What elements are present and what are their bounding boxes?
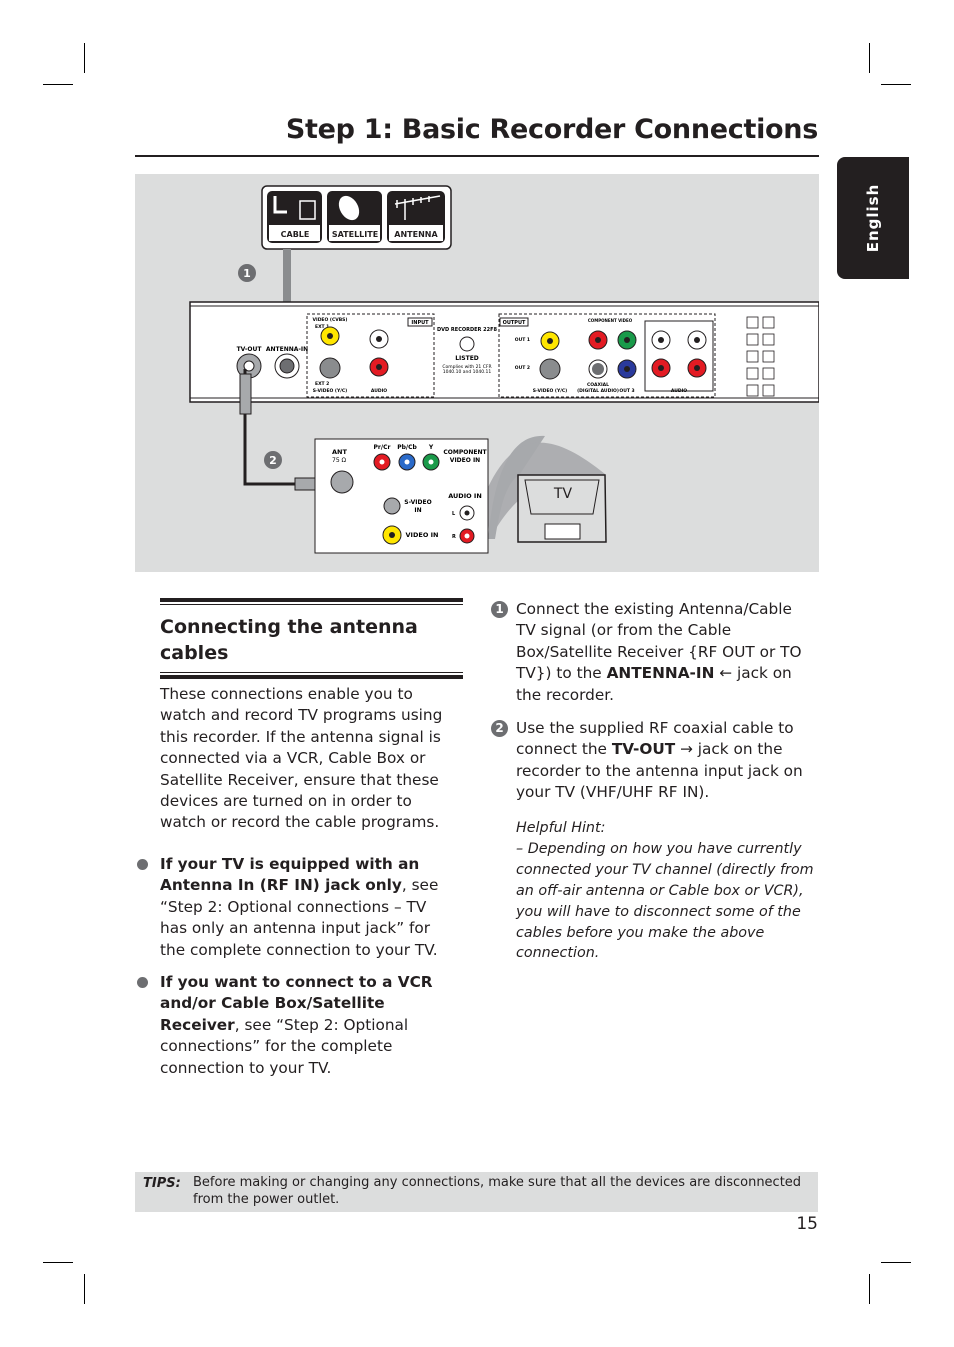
connection-diagram: CABLE SATELLITE ANTENNA 1 TV-OUT ANTENNA… <box>135 174 820 572</box>
language-tab-label: English <box>864 183 882 253</box>
antenna-label: ANTENNA <box>394 230 438 239</box>
svg-text:(DIGITAL AUDIO): (DIGITAL AUDIO) <box>577 388 619 394</box>
model-label: DVD RECORDER 22F8 <box>437 327 497 333</box>
source-icons: CABLE SATELLITE ANTENNA <box>261 185 452 250</box>
svg-text:AUDIO IN: AUDIO IN <box>448 492 482 500</box>
ant-in-jack <box>330 470 354 494</box>
bullet-item: If your TV is equipped with an Antenna I… <box>137 854 457 961</box>
title-rule <box>135 155 819 157</box>
svg-text:EXT 2: EXT 2 <box>315 381 329 387</box>
svg-text:COMPONENT VIDEO: COMPONENT VIDEO <box>588 318 633 323</box>
tv-label: TV <box>553 486 573 502</box>
step-number-icon: 1 <box>491 601 508 618</box>
heading-rule-bottom <box>160 675 463 679</box>
svg-text:S-VIDEO (Y/C): S-VIDEO (Y/C) <box>533 388 567 394</box>
svg-text:Pr/Cr: Pr/Cr <box>374 444 391 451</box>
antenna-in-term: ANTENNA-IN <box>606 664 715 683</box>
bullet-dot-icon <box>137 859 148 870</box>
satellite-source: SATELLITE <box>327 191 382 243</box>
tv-out-label: TV-OUT <box>237 346 263 353</box>
page-number: 15 <box>796 1214 818 1234</box>
svg-text:COAXIAL: COAXIAL <box>587 382 609 388</box>
bullet-dot-icon <box>137 977 148 988</box>
crop-mark <box>881 1262 911 1263</box>
bullet-bold: If your TV is equipped with an Antenna I… <box>160 855 420 895</box>
svg-text:Y: Y <box>428 444 434 451</box>
section-heading-block: Connecting the antenna cables <box>160 598 463 679</box>
svg-text:COMPONENT: COMPONENT <box>443 449 487 456</box>
step-2: 2 Use the supplied RF coaxial cable to c… <box>491 718 816 804</box>
tv-set: TV <box>517 474 607 543</box>
heading-rule-top <box>160 598 463 602</box>
cable-label: CABLE <box>281 230 310 239</box>
section-heading: Connecting the antenna cables <box>160 616 418 664</box>
tv-out-arrow-icon: → <box>680 740 693 759</box>
svg-text:OUT 2: OUT 2 <box>515 365 530 371</box>
svg-text:75 Ω: 75 Ω <box>332 457 347 464</box>
page-title: Step 1: Basic Recorder Connections <box>285 114 818 145</box>
svg-text:R: R <box>452 534 456 540</box>
crop-mark <box>84 1274 85 1304</box>
hint-text: – Depending on how you have currently co… <box>516 840 814 962</box>
svideo-jack-ext2 <box>319 357 341 379</box>
heading-rule-top-thin <box>160 604 463 605</box>
svg-text:VIDEO (CVBS): VIDEO (CVBS) <box>313 317 348 323</box>
antenna-in-label: ANTENNA-IN <box>266 346 308 353</box>
svg-text:AUDIO: AUDIO <box>371 388 387 394</box>
svg-text:OUT 1: OUT 1 <box>515 337 530 343</box>
svg-text:S-VIDEO (Y/C): S-VIDEO (Y/C) <box>313 388 347 394</box>
antenna-in-arrow-icon: ← <box>719 664 733 683</box>
svg-text:AUDIO: AUDIO <box>671 388 687 394</box>
svg-text:LISTED: LISTED <box>455 355 479 362</box>
helpful-hint: Helpful Hint: – Depending on how you hav… <box>516 818 816 964</box>
bullet-item: If you want to connect to a VCR and/or C… <box>137 972 457 1079</box>
svg-text:1: 1 <box>243 267 251 280</box>
crop-mark <box>84 43 85 73</box>
svg-text:INPUT: INPUT <box>411 320 429 326</box>
crop-mark <box>43 1262 73 1263</box>
cable-source: CABLE <box>267 191 322 243</box>
tips-label: TIPS: <box>143 1176 181 1191</box>
svg-text:S-VIDEO: S-VIDEO <box>404 499 431 506</box>
hint-title: Helpful Hint: <box>516 820 606 836</box>
antenna-source: ANTENNA <box>387 191 445 243</box>
tips-text: Before making or changing any connection… <box>193 1175 802 1207</box>
svg-text:ANT: ANT <box>332 448 347 456</box>
satellite-label: SATELLITE <box>332 230 378 239</box>
svg-text:OUTPUT: OUTPUT <box>503 320 526 326</box>
tv-out-term: TV-OUT <box>611 740 676 759</box>
tv-back-panel: ANT 75 Ω Pr/Cr Pb/Cb Y COMPONENT VIDEO I… <box>314 438 489 554</box>
intro-paragraph: These connections enable you to watch an… <box>160 685 443 832</box>
svg-text:VIDEO IN: VIDEO IN <box>406 531 439 539</box>
svg-text:1040.10 and 1040.11: 1040.10 and 1040.11 <box>443 369 492 375</box>
svg-text:VIDEO IN: VIDEO IN <box>450 457 480 464</box>
crop-mark <box>43 84 73 85</box>
crop-mark <box>869 43 870 73</box>
crop-mark <box>881 84 911 85</box>
heading-rule-bottom-thin <box>160 672 463 673</box>
step-1: 1 Connect the existing Antenna/Cable TV … <box>491 599 816 706</box>
language-tab: English <box>837 157 909 279</box>
svg-text:OUT 3: OUT 3 <box>619 388 634 394</box>
tips-bar: TIPS: Before making or changing any conn… <box>135 1172 818 1212</box>
svideo-out-jack <box>539 358 561 380</box>
crop-mark <box>869 1274 870 1304</box>
svg-text:2: 2 <box>269 454 277 467</box>
svg-text:IN: IN <box>414 507 421 514</box>
svg-text:Pb/Cb: Pb/Cb <box>397 444 417 451</box>
tv-svideo-jack <box>383 497 401 515</box>
diagram-svg: CABLE SATELLITE ANTENNA 1 TV-OUT ANTENNA… <box>189 185 820 554</box>
recorder-back-panel: TV-OUT ANTENNA-IN VIDEO (CVBS) EXT 1 EXT… <box>189 301 820 403</box>
step-number-icon: 2 <box>491 720 508 737</box>
